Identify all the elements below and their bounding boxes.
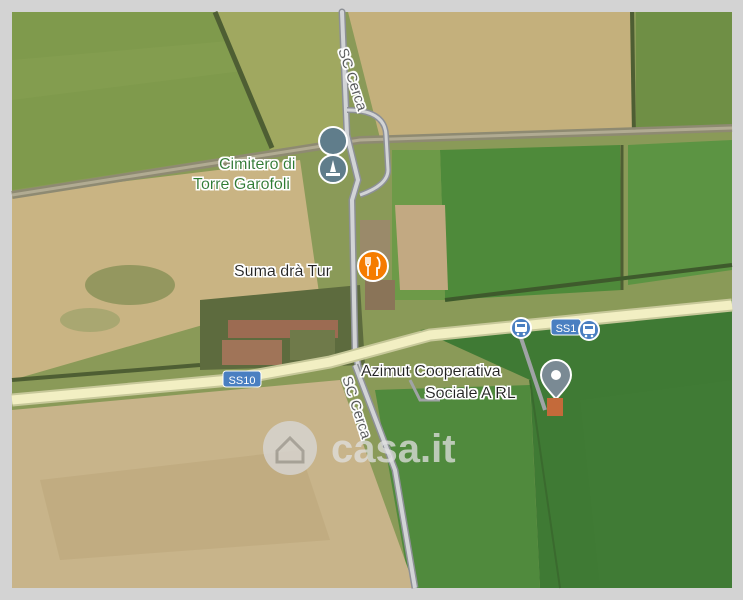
bus-icon <box>578 319 600 341</box>
svg-text:SS1: SS1 <box>556 323 577 335</box>
svg-text:Torre Garofoli: Torre Garofoli <box>193 176 290 193</box>
satellite-imagery <box>11 11 733 589</box>
svg-text:Azimut Cooperativa: Azimut Cooperativa <box>361 363 501 380</box>
svg-text:Cimitero di: Cimitero di <box>219 156 295 173</box>
svg-text:SS10: SS10 <box>229 375 256 387</box>
bus-stop-west[interactable] <box>510 317 532 339</box>
svg-text:Sociale A RL: Sociale A RL <box>425 385 516 402</box>
svg-text:Suma drà Tur: Suma drà Tur <box>234 263 332 280</box>
fork-knife-icon <box>357 250 389 282</box>
casa-it-watermark: casa.it <box>263 421 456 475</box>
map-view[interactable]: SC Cerca SC Cerca SS10 SS1 Cimitero di T… <box>0 0 743 600</box>
bus-stop-east[interactable] <box>578 319 600 341</box>
road-shield-ss10-west: SS10 <box>222 370 262 388</box>
road-shield-ss10-east: SS1 <box>550 318 582 336</box>
svg-text:casa.it: casa.it <box>331 427 456 471</box>
bus-icon <box>510 317 532 339</box>
house-logo-icon <box>263 421 317 475</box>
